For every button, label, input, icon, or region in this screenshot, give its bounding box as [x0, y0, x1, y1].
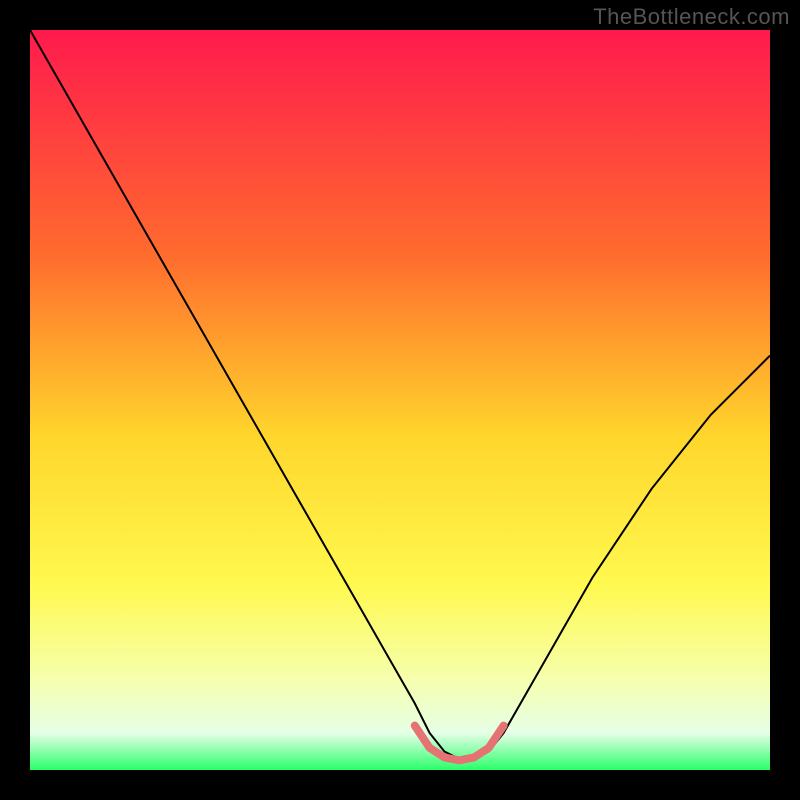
gradient-background	[30, 30, 770, 770]
watermark-text: TheBottleneck.com	[593, 4, 790, 30]
plot-area	[30, 30, 770, 770]
bottleneck-chart	[30, 30, 770, 770]
chart-frame: TheBottleneck.com	[0, 0, 800, 800]
